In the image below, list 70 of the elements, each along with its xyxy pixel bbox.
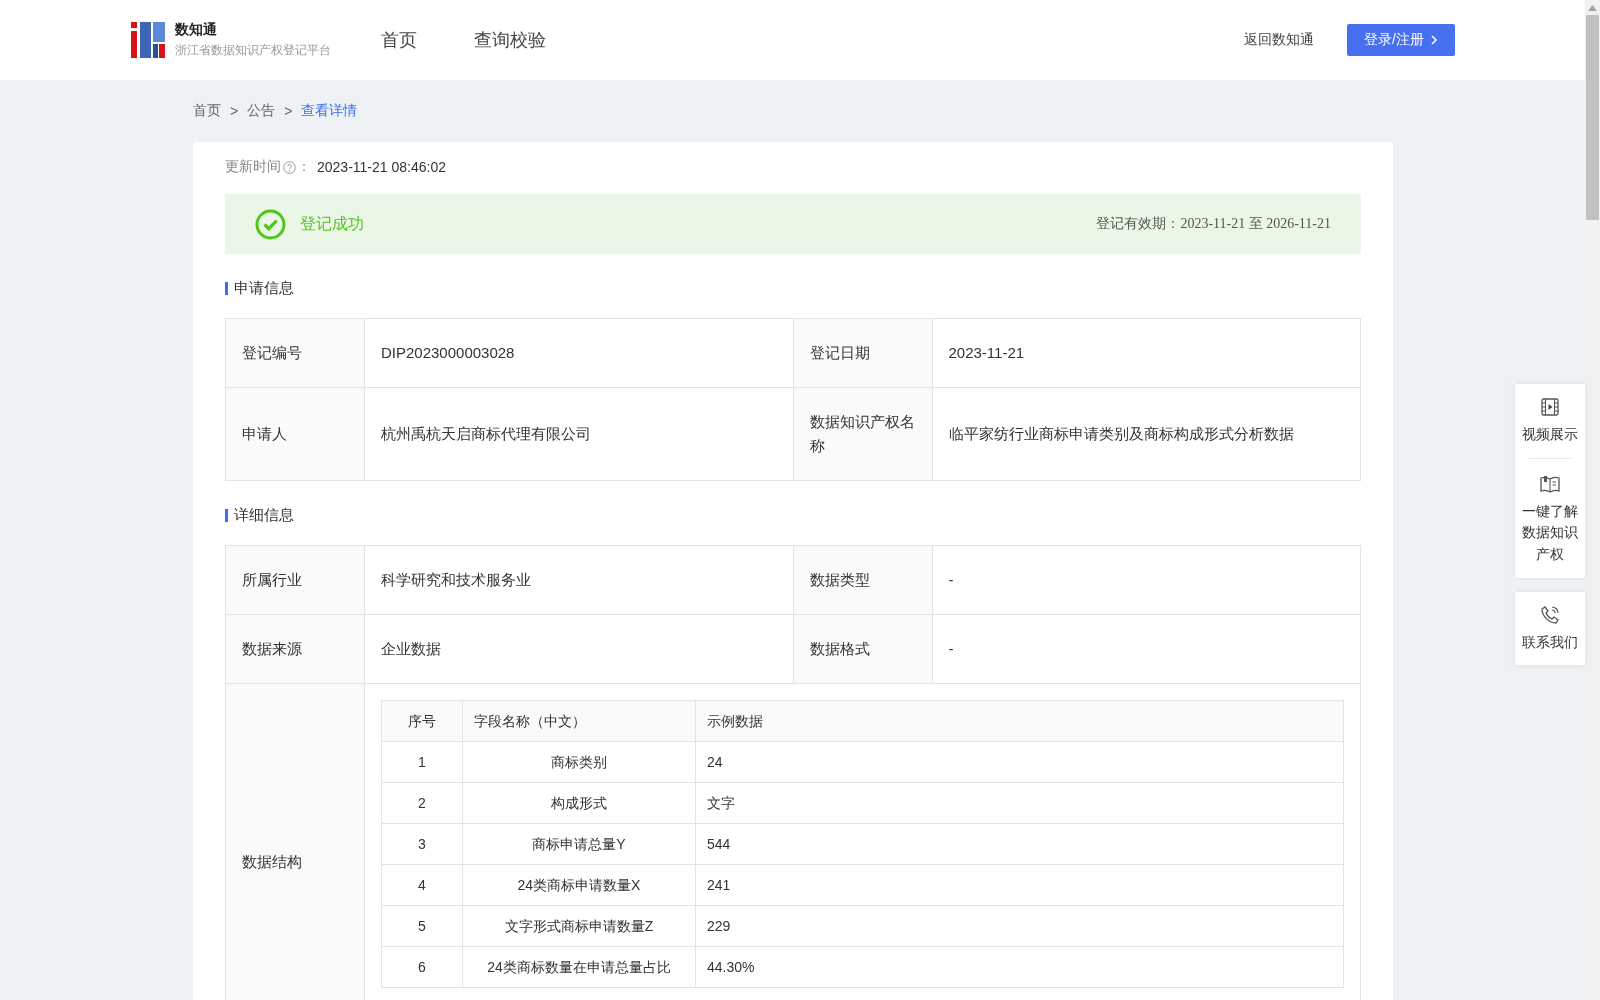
nav-link[interactable]: 查询校验 (474, 28, 546, 52)
section-title: 申请信息 (234, 278, 294, 298)
site-subtitle: 浙江省数据知识产权登记平台 (175, 42, 331, 59)
table-cell: 商标申请总量Y (462, 823, 696, 865)
breadcrumb-separator: > (230, 103, 239, 119)
back-link[interactable]: 返回数知通 (1244, 31, 1314, 49)
table-cell: 6 (381, 946, 463, 988)
field-label: 所属行业 (226, 546, 365, 615)
column-header: 示例数据 (695, 700, 1344, 742)
field-value: - (932, 546, 1361, 615)
login-button[interactable]: 登录/注册 (1347, 24, 1455, 56)
column-header: 序号 (381, 700, 463, 742)
table-cell: 229 (695, 905, 1344, 947)
help-icon[interactable] (283, 160, 296, 174)
field-label: 数据格式 (793, 615, 933, 684)
float-menu-item[interactable]: 一键了解数据知识产权 (1515, 468, 1585, 570)
update-time: 2023-11-21 08:46:02 (317, 159, 446, 175)
field-value: 杭州禹杭天启商标代理有限公司 (365, 388, 794, 481)
table-cell: 44.30% (695, 946, 1344, 988)
scroll-up-arrow-icon[interactable] (1588, 5, 1597, 11)
table-cell: 5 (381, 905, 463, 947)
field-label: 申请人 (226, 388, 365, 481)
table-cell: 构成形式 (462, 782, 696, 824)
logo-icon (131, 22, 165, 58)
table-cell: 商标类别 (462, 741, 696, 783)
table-cell: 3 (381, 823, 463, 865)
table-cell: 文字 (695, 782, 1344, 824)
site-title: 数知通 (175, 21, 218, 39)
update-time-label: 更新时间 (225, 158, 281, 176)
section-title: 详细信息 (234, 505, 294, 525)
scrollbar[interactable] (1585, 0, 1600, 1000)
status-text: 登记成功 (300, 213, 365, 234)
field-value: - (932, 615, 1361, 684)
section-marker (225, 508, 228, 522)
validity-label: 登记有效期： (1096, 215, 1181, 233)
table-cell: 544 (695, 823, 1344, 865)
nav-link[interactable]: 首页 (381, 28, 417, 52)
field-value: 科学研究和技术服务业 (365, 546, 794, 615)
field-value: 企业数据 (365, 615, 794, 684)
breadcrumb-link[interactable]: 查看详情 (301, 102, 358, 120)
field-value: 临平家纺行业商标申请类别及商标构成形式分析数据 (932, 388, 1361, 481)
scrollbar-thumb[interactable] (1586, 15, 1599, 220)
table-cell: 1 (381, 741, 463, 783)
field-label: 数据知识产权名称 (793, 388, 933, 481)
table-cell: 24 (695, 741, 1344, 783)
film-icon (1539, 396, 1561, 418)
table-cell: 文字形式商标申请数量Z (462, 905, 696, 947)
field-value: 2023-11-21 (932, 319, 1361, 388)
phone-icon (1539, 603, 1561, 626)
table-cell: 2 (381, 782, 463, 824)
table-cell: 4 (381, 864, 463, 906)
field-label: 数据结构 (226, 684, 365, 1000)
float-menu-item[interactable]: 联系我们 (1515, 599, 1585, 658)
field-label: 数据来源 (226, 615, 365, 684)
breadcrumb-link[interactable]: 首页 (193, 102, 221, 120)
breadcrumb-link[interactable]: 公告 (247, 102, 276, 120)
field-label: 登记日期 (793, 319, 933, 388)
field-value: DIP2023000003028 (365, 319, 794, 388)
section-marker (225, 281, 228, 295)
field-label: 数据类型 (793, 546, 933, 615)
chevron-icon (1429, 35, 1438, 45)
validity-period: 2023-11-21 至 2026-11-21 (1180, 215, 1331, 233)
colon: ： (297, 158, 311, 176)
float-menu-item[interactable]: 视频展示 (1515, 392, 1585, 450)
column-header: 字段名称（中文） (462, 700, 696, 742)
table-cell: 24类商标数量在申请总量占比 (462, 946, 696, 988)
table-cell: 241 (695, 864, 1344, 906)
table-cell: 24类商标申请数量X (462, 864, 696, 906)
field-label: 登记编号 (226, 319, 365, 388)
breadcrumb-separator: > (284, 103, 293, 119)
